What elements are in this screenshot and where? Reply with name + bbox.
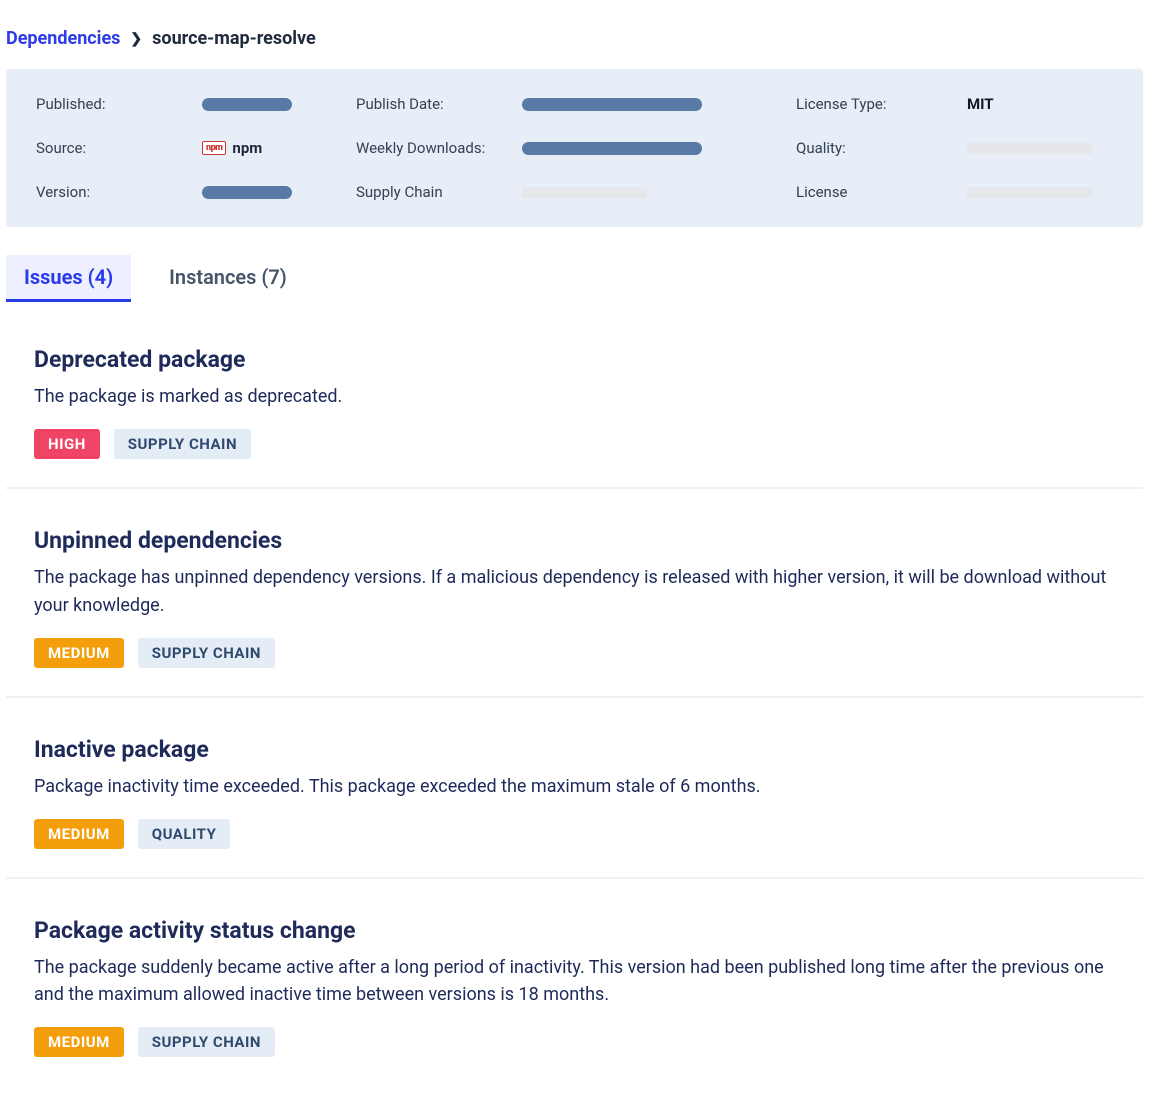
license-type-value: MIT [967, 95, 994, 113]
breadcrumb-current: source-map-resolve [152, 28, 316, 49]
tabs: Issues (4) Instances (7) [0, 255, 1149, 302]
issue-card[interactable]: Inactive package Package inactivity time… [6, 712, 1143, 879]
quality-label: Quality: [796, 139, 951, 157]
issue-badges: HIGH SUPPLY CHAIN [34, 429, 1115, 459]
info-panel: Published: Source: npm npm Version: Publ… [6, 69, 1143, 227]
severity-badge: HIGH [34, 429, 100, 459]
weekly-downloads-label: Weekly Downloads: [356, 139, 506, 157]
issue-desc: The package has unpinned dependency vers… [34, 564, 1115, 620]
published-value-skeleton [202, 98, 292, 111]
issue-badges: MEDIUM QUALITY [34, 819, 1115, 849]
info-row-weekly-downloads: Weekly Downloads: [356, 139, 796, 157]
license-bar [967, 187, 1092, 198]
version-label: Version: [36, 183, 186, 201]
info-row-license: License [796, 183, 1113, 201]
info-col-2: Publish Date: Weekly Downloads: Supply C… [356, 95, 796, 201]
supply-chain-label: Supply Chain [356, 183, 506, 201]
category-badge: SUPPLY CHAIN [138, 638, 275, 668]
severity-badge: MEDIUM [34, 819, 124, 849]
issues-list: Deprecated package The package is marked… [0, 322, 1149, 1099]
info-row-published: Published: [36, 95, 356, 113]
issue-card[interactable]: Package activity status change The packa… [6, 893, 1143, 1086]
license-label: License [796, 183, 951, 201]
info-col-1: Published: Source: npm npm Version: [36, 95, 356, 201]
info-row-version: Version: [36, 183, 356, 201]
issue-desc: The package is marked as deprecated. [34, 383, 1115, 411]
issue-title: Inactive package [34, 736, 1115, 763]
breadcrumb-root-link[interactable]: Dependencies [6, 28, 120, 49]
issue-desc: The package suddenly became active after… [34, 954, 1115, 1010]
issue-badges: MEDIUM SUPPLY CHAIN [34, 1027, 1115, 1057]
info-row-license-type: License Type: MIT [796, 95, 1113, 113]
info-row-quality: Quality: [796, 139, 1113, 157]
issue-title: Deprecated package [34, 346, 1115, 373]
category-badge: SUPPLY CHAIN [138, 1027, 275, 1057]
issue-card[interactable]: Deprecated package The package is marked… [6, 322, 1143, 489]
severity-badge: MEDIUM [34, 1027, 124, 1057]
source-value: npm npm [202, 139, 262, 157]
issue-title: Package activity status change [34, 917, 1115, 944]
publish-date-label: Publish Date: [356, 95, 506, 113]
category-badge: QUALITY [138, 819, 231, 849]
info-col-3: License Type: MIT Quality: License [796, 95, 1113, 201]
publish-date-value-skeleton [522, 98, 702, 111]
tab-issues[interactable]: Issues (4) [6, 255, 131, 302]
info-row-publish-date: Publish Date: [356, 95, 796, 113]
supply-chain-bar [522, 187, 647, 198]
source-label: Source: [36, 139, 186, 157]
version-value-skeleton [202, 186, 292, 199]
severity-badge: MEDIUM [34, 638, 124, 668]
tab-instances[interactable]: Instances (7) [151, 255, 305, 302]
source-text: npm [232, 139, 262, 157]
info-row-supply-chain: Supply Chain [356, 183, 796, 201]
issue-desc: Package inactivity time exceeded. This p… [34, 773, 1115, 801]
category-badge: SUPPLY CHAIN [114, 429, 251, 459]
chevron-right-icon: ❯ [130, 31, 142, 47]
issue-card[interactable]: Unpinned dependencies The package has un… [6, 503, 1143, 698]
info-row-source: Source: npm npm [36, 139, 356, 157]
issue-badges: MEDIUM SUPPLY CHAIN [34, 638, 1115, 668]
quality-bar [967, 143, 1092, 154]
npm-icon: npm [202, 141, 226, 155]
published-label: Published: [36, 95, 186, 113]
breadcrumb: Dependencies ❯ source-map-resolve [0, 0, 1149, 69]
license-type-label: License Type: [796, 95, 951, 113]
weekly-downloads-value-skeleton [522, 142, 702, 155]
issue-title: Unpinned dependencies [34, 527, 1115, 554]
